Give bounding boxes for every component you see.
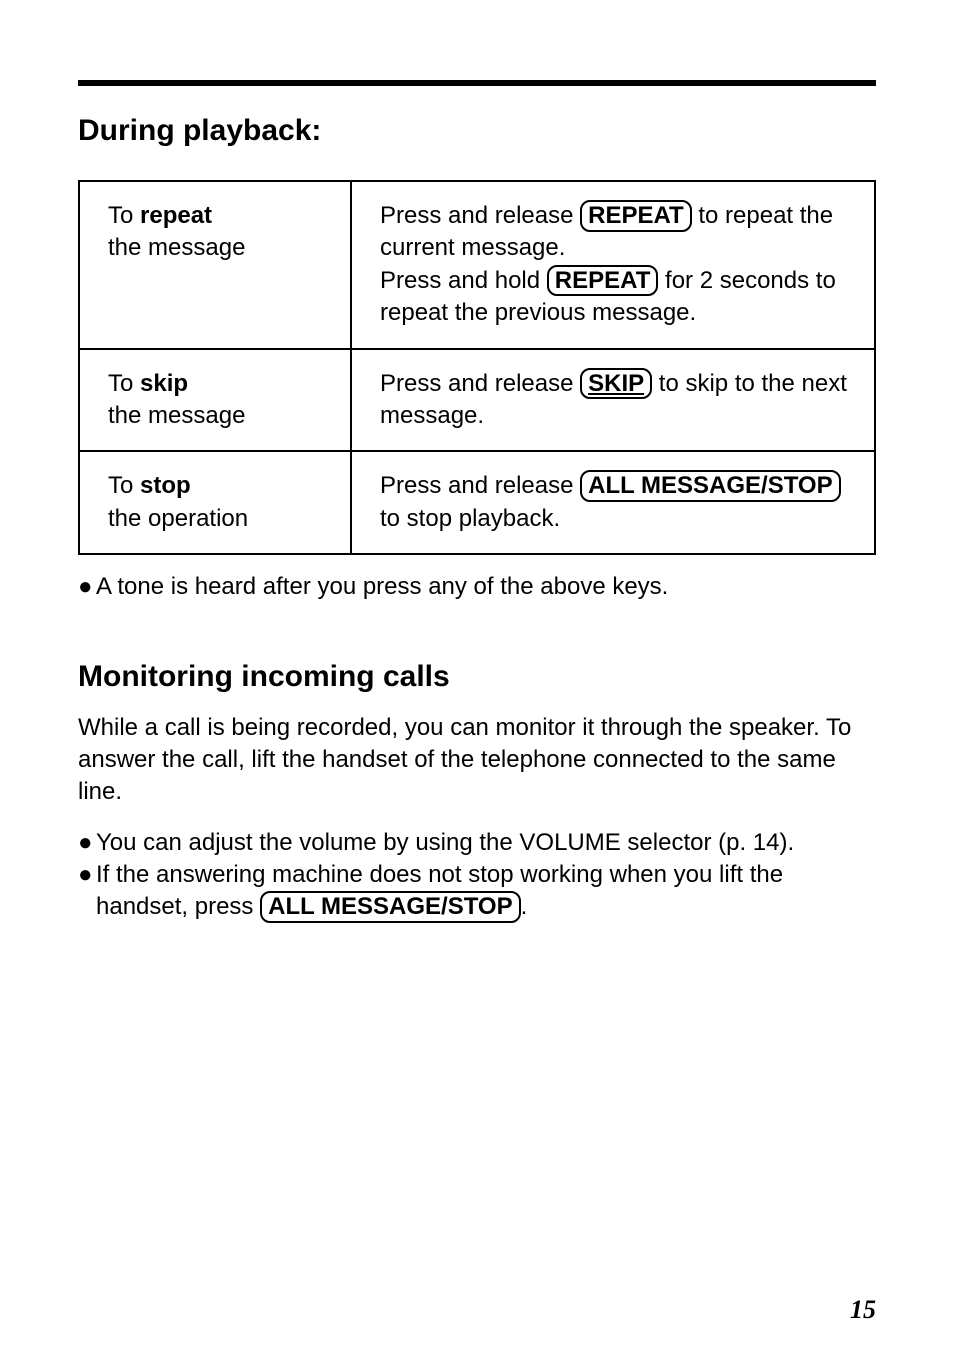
bullet2-text: If the answering machine does not stop w… [96,859,876,924]
row3-action: stop [140,472,191,499]
row1-instruction-cell: Press and release REPEAT to repeat the c… [351,181,875,349]
row1-label-cell: To repeat the message [79,181,351,349]
row3-to: To [108,472,140,499]
row2-action: skip [140,370,188,397]
row1-action: repeat [140,202,212,229]
top-rule [78,80,876,86]
manual-page: During playback: To repeat the message P… [0,0,954,1365]
row3-object: the operation [108,503,328,535]
playback-table: To repeat the message Press and release … [78,180,876,555]
heading-during-playback: During playback: [78,114,876,148]
bullet1-text: You can adjust the volume by using the V… [96,827,876,859]
skip-key-icon: SKIP [580,368,652,400]
row1-object: the message [108,232,328,264]
table-row: To stop the operation Press and release … [79,451,875,554]
row3-label-cell: To stop the operation [79,451,351,554]
repeat-key-icon: REPEAT [580,200,692,232]
monitoring-paragraph: While a call is being recorded, you can … [78,712,876,809]
all-message-stop-key-icon: ALL MESSAGE/STOP [260,891,521,923]
row2-text-1a: Press and release [380,370,580,397]
row3-instruction-cell: Press and release ALL MESSAGE/STOP to st… [351,451,875,554]
row2-instruction-cell: Press and release SKIP to skip to the ne… [351,349,875,452]
monitoring-bullets: ● You can adjust the volume by using the… [78,827,876,924]
row2-label-cell: To skip the message [79,349,351,452]
row1-text-2a: Press and hold [380,267,547,294]
table-row: To skip the message Press and release SK… [79,349,875,452]
bullet-icon: ● [78,571,96,603]
bullet2-text-b: . [521,893,528,920]
table-row: To repeat the message Press and release … [79,181,875,349]
row2-to: To [108,370,140,397]
repeat-key-icon: REPEAT [547,265,659,297]
row3-text-1b: to stop playback. [380,505,560,532]
bullet-row-1: ● You can adjust the volume by using the… [78,827,876,859]
all-message-stop-key-icon: ALL MESSAGE/STOP [580,470,841,502]
footnote-text: A tone is heard after you press any of t… [96,571,876,603]
row3-text-1a: Press and release [380,472,580,499]
row1-text-1a: Press and release [380,202,580,229]
row2-object: the message [108,400,328,432]
heading-monitoring: Monitoring incoming calls [78,660,876,694]
row1-to: To [108,202,140,229]
bullet-row-2: ● If the answering machine does not stop… [78,859,876,924]
bullet-icon: ● [78,859,96,891]
footnote-row: ● A tone is heard after you press any of… [78,571,876,603]
bullet-icon: ● [78,827,96,859]
page-number: 15 [850,1295,876,1325]
table-footnote: ● A tone is heard after you press any of… [78,571,876,603]
